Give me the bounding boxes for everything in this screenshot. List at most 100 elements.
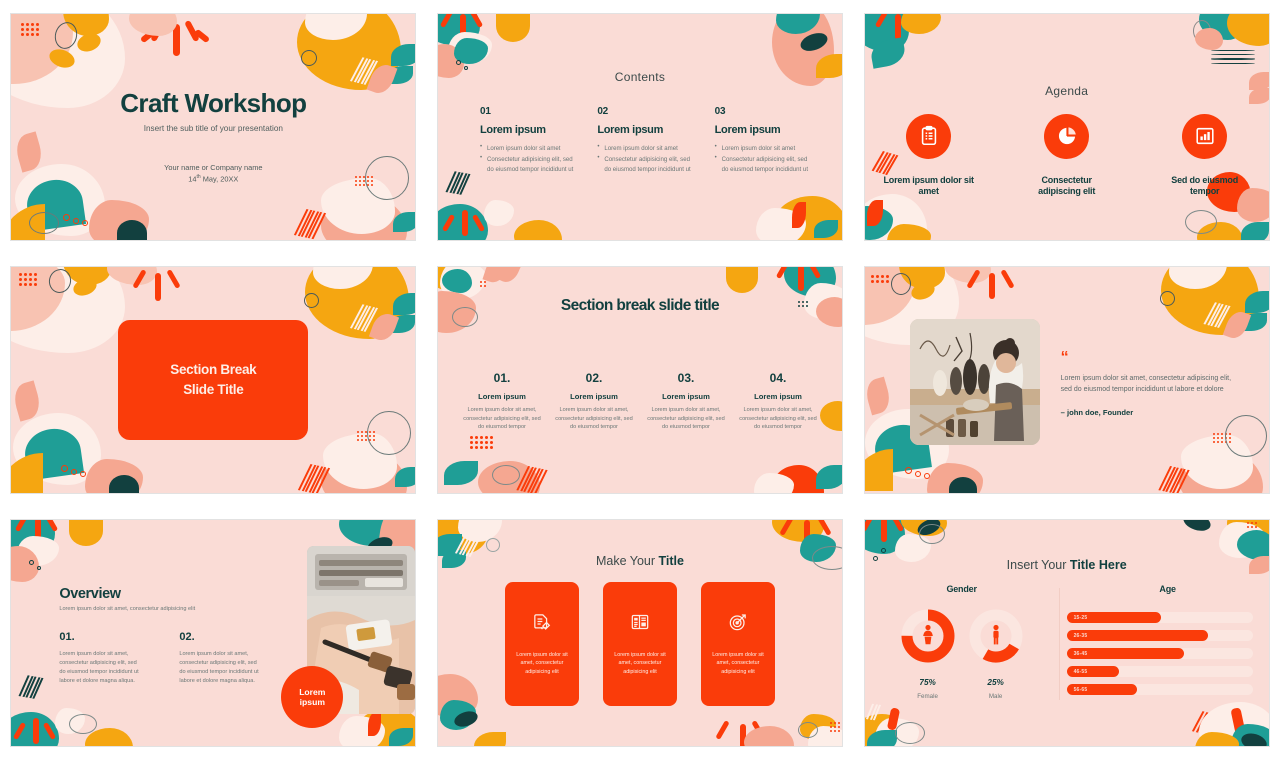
badge-label: Lorem ipsum xyxy=(299,686,326,708)
decor-teal-leaf xyxy=(387,65,414,84)
column-number: 02. xyxy=(179,631,195,644)
pie-chart-icon xyxy=(1044,113,1090,159)
decor-ring-outline xyxy=(890,272,911,295)
slide-make-your-title[interactable]: Make Your Title Lorem ipsum dolor sit am… xyxy=(436,519,843,748)
slide-title[interactable]: Craft Workshop Insert the sub title of y… xyxy=(10,12,417,241)
female-percent: 75% xyxy=(919,678,936,688)
decor-cream-blob xyxy=(1168,266,1227,289)
slide-contents[interactable]: Contents 01 Lorem ipsum Lorem ipsum dolo… xyxy=(436,12,843,241)
decor-red-coral xyxy=(715,720,772,747)
page-title: Craft Workshop xyxy=(120,88,307,119)
decor-salmon-blob xyxy=(926,462,983,493)
decor-teal-leaf xyxy=(393,292,416,315)
decor-ring-outline xyxy=(1159,290,1175,306)
male-label: Male xyxy=(988,693,1003,701)
quote-block: “ Lorem ipsum dolor sit amet, consectetu… xyxy=(1060,350,1233,417)
section-column: 02. Lorem ipsum Lorem ipsum dolor sit am… xyxy=(552,371,636,432)
slide-section-break-detail[interactable]: Section break slide title 01. Lorem ipsu… xyxy=(436,265,843,494)
decor-red-circle-outline xyxy=(904,466,912,474)
slide-quote[interactable]: “ Lorem ipsum dolor sit amet, consectetu… xyxy=(863,265,1270,494)
decor-orange-blob xyxy=(1196,221,1243,240)
quote-photo xyxy=(909,318,1040,445)
feature-card[interactable]: Lorem ipsum dolor sit amet, consectetur … xyxy=(602,582,677,707)
decor-red-dots xyxy=(479,280,486,287)
decor-red-circle-outline xyxy=(914,470,921,477)
feature-cards: Lorem ipsum dolor sit amet, consectetur … xyxy=(438,582,842,707)
column-body: Lorem ipsum dolor sit amet, consectetur … xyxy=(647,406,725,431)
decor-red-coral xyxy=(965,269,1023,303)
decor-red-circle-outline xyxy=(61,464,69,472)
decor-salmon-leaf xyxy=(864,376,893,416)
column-title: Lorem ipsum xyxy=(754,391,802,401)
card-body: Lorem ipsum dolor sit amet, consectetur … xyxy=(614,651,666,676)
decor-red-dots xyxy=(19,272,38,286)
decor-salmon-blob xyxy=(85,458,144,493)
content-column: 02 Lorem ipsum Lorem ipsum dolor sit ame… xyxy=(597,106,694,176)
bar-row: 56-65 xyxy=(1066,684,1253,696)
slide-agenda[interactable]: Agenda Lorem ipsum dolor sit amet Consec… xyxy=(863,12,1270,241)
decor-cream-blob xyxy=(323,432,398,489)
feature-card[interactable]: Lorem ipsum dolor sit amet, consectetur … xyxy=(700,582,775,707)
decor-dark-circle-outline xyxy=(37,566,42,571)
bar-row: 36-45 xyxy=(1066,648,1253,660)
list-item: Consectetur adipisicing elit, sed do eiu… xyxy=(597,154,694,174)
slide-section-break-box[interactable]: Section Break Slide Title xyxy=(10,265,417,494)
decor-orange-quarter xyxy=(11,452,44,493)
bar-row: 26-35 xyxy=(1066,630,1253,642)
page-title: Section break slide title xyxy=(560,296,720,314)
decor-red-shape xyxy=(1230,707,1246,736)
decor-white-hatch xyxy=(349,303,378,332)
page-title: Insert Your Title Here xyxy=(1006,558,1127,573)
slide-cell-6: “ Lorem ipsum dolor sit amet, consectetu… xyxy=(853,253,1280,506)
agenda-item[interactable]: Sed do eiusmod tempor xyxy=(1158,113,1252,198)
agenda-item[interactable]: Lorem ipsum dolor sit amet xyxy=(882,113,976,198)
decor-red-circle-outline xyxy=(63,213,71,221)
decor-red-dots xyxy=(870,274,889,283)
section-columns: 01. Lorem ipsum Lorem ipsum dolor sit am… xyxy=(460,371,820,432)
agenda-item-label: Consectetur adipiscing elit xyxy=(1038,174,1096,197)
slide-cell-2: Contents 01 Lorem ipsum Lorem ipsum dolo… xyxy=(427,0,854,253)
decor-orange-blob xyxy=(297,13,402,90)
slide-cell-4: Section Break Slide Title xyxy=(0,253,427,506)
decor-cream-blob xyxy=(305,13,368,40)
section-break-box[interactable]: Section Break Slide Title xyxy=(118,319,309,440)
decor-red-coral xyxy=(873,13,927,44)
decor-ring-outline xyxy=(491,464,520,485)
feature-card[interactable]: Lorem ipsum dolor sit amet, consectetur … xyxy=(504,582,579,707)
decor-white-hatch xyxy=(349,56,378,85)
column-number: 01. xyxy=(493,370,511,385)
female-figure-icon xyxy=(922,625,933,645)
column-title: Lorem ipsum xyxy=(662,391,710,401)
decor-ring-outline xyxy=(894,722,925,745)
column-number: 02. xyxy=(585,370,603,385)
bar-chart-icon xyxy=(1182,113,1228,159)
decor-orange-leaf xyxy=(473,732,506,747)
decor-red-hatch xyxy=(1192,711,1218,736)
charts-area: Gender 75% Female 25% Male Age 15-25 26-… xyxy=(865,584,1269,702)
decor-cream-blob xyxy=(1218,522,1265,559)
slide-insert-your-title-here[interactable]: Insert Your Title Here Gender 75% Female… xyxy=(863,519,1270,748)
gender-chart: Gender 75% Female 25% Male xyxy=(865,584,1059,702)
decor-cream-blob xyxy=(321,177,396,234)
decor-red-coral xyxy=(13,520,67,548)
decor-red-dots xyxy=(469,435,493,449)
decor-red-hatch xyxy=(1157,465,1189,493)
column-bullets: Lorem ipsum dolor sit amet Consectetur a… xyxy=(480,143,577,174)
section-column: 03. Lorem ipsum Lorem ipsum dolor sit am… xyxy=(644,371,728,432)
male-percent: 25% xyxy=(987,678,1004,688)
quote-text: Lorem ipsum dolor sit amet, consectetur … xyxy=(1060,374,1232,393)
decor-peach-blob xyxy=(11,13,74,84)
overview-badge[interactable]: Lorem ipsum xyxy=(281,666,344,729)
decor-red-coral xyxy=(441,208,492,240)
decor-red-hatch xyxy=(298,463,330,493)
decor-dark-leaf xyxy=(117,219,148,240)
decor-dark-hatch xyxy=(18,675,44,700)
column-number: 02 xyxy=(597,105,609,117)
age-chart-title: Age xyxy=(1159,584,1176,595)
decor-dark-circle-outline xyxy=(880,548,886,554)
decor-orange-oval xyxy=(908,279,937,303)
decor-teal-leaf xyxy=(389,728,414,747)
agenda-item[interactable]: Consectetur adipiscing elit xyxy=(1020,113,1114,198)
decor-orange-blob xyxy=(355,708,416,747)
slide-overview[interactable]: Overview Lorem ipsum dolor sit amet, con… xyxy=(10,519,417,748)
